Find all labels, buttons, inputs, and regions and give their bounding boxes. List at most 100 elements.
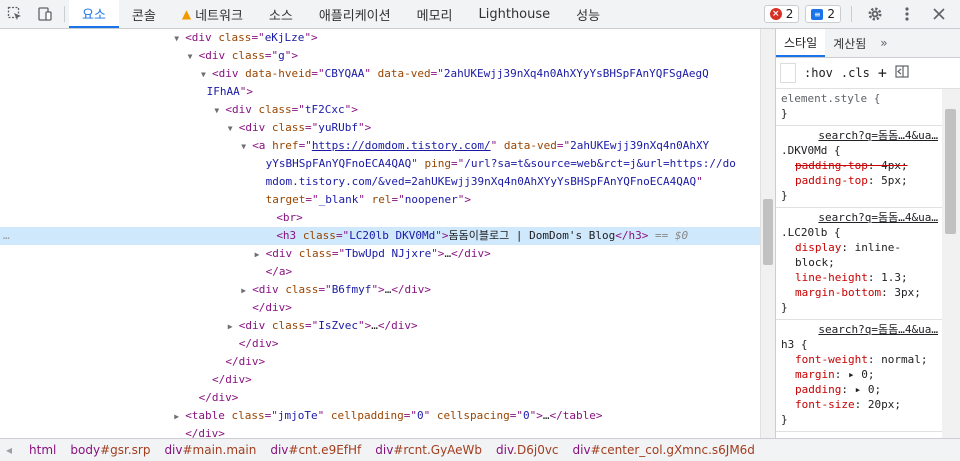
css-property[interactable]: display: inline-block;	[781, 240, 938, 270]
toggle-sidebar-icon[interactable]	[895, 65, 909, 81]
breadcrumb-item[interactable]: body#gsr.srp	[63, 443, 157, 457]
collapse-triangle-icon[interactable]: ▼	[214, 102, 225, 120]
collapse-triangle-icon[interactable]: ▼	[201, 66, 212, 84]
rule-source-link[interactable]: search?q=돔돔…4&ua…	[781, 322, 938, 337]
add-rule-icon[interactable]: +	[878, 64, 887, 82]
dom-node-line[interactable]: </div>	[0, 335, 760, 353]
more-tabs-icon[interactable]: »	[874, 29, 893, 57]
scrollbar-thumb[interactable]	[945, 109, 956, 234]
css-property[interactable]: padding: ▸ 0;	[781, 382, 938, 397]
dom-token-tag: "	[317, 409, 331, 422]
hov-button[interactable]: :hov	[804, 66, 833, 80]
rule-source-link[interactable]: search?q=돔돔…4&ua…	[781, 128, 938, 143]
dom-token-tag: ">	[284, 49, 298, 62]
breadcrumb-item[interactable]: div#cnt.e9EfHf	[263, 443, 368, 457]
css-property[interactable]: font-size: 20px;	[781, 397, 938, 412]
expand-triangle-icon[interactable]: ▶	[228, 318, 239, 336]
tab-application[interactable]: 애플리케이션	[306, 0, 404, 28]
styles-scrollbar[interactable]	[942, 89, 960, 438]
settings-gear-icon[interactable]	[862, 6, 888, 22]
dom-token-tag: ">	[239, 85, 253, 98]
collapse-triangle-icon[interactable]: ▼	[241, 138, 252, 156]
property-name: font-weight	[795, 353, 868, 366]
breadcrumb-item[interactable]: div.D6j0vc	[489, 443, 565, 457]
dom-node-line[interactable]: </div>	[0, 425, 760, 438]
dom-tree-panel[interactable]: ▼ <div class="eKjLze"> ▼ <div class="g"> ▼ <d…	[0, 29, 760, 438]
rule-source-link[interactable]: search?q=돔돔…4&ua…	[781, 210, 938, 225]
tab-sources[interactable]: 소스	[256, 0, 306, 28]
device-toolbar-icon[interactable]	[30, 0, 60, 28]
dom-node-line[interactable]: ▼ <div class="tF2Cxc">	[0, 101, 760, 119]
collapse-triangle-icon[interactable]: ▼	[188, 48, 199, 66]
message-count-badge[interactable]: ≡ 2	[805, 5, 841, 23]
dom-node-line[interactable]: ▶ <div class="TbwUpd NJjxre">…</div>	[0, 245, 760, 263]
breadcrumb-scroll-left-icon[interactable]: ◂	[0, 443, 22, 457]
dom-token-txt: …	[371, 319, 378, 332]
close-icon[interactable]	[926, 8, 952, 20]
inspect-element-icon[interactable]	[0, 0, 30, 28]
css-property[interactable]: margin: ▸ 0;	[781, 367, 938, 382]
dom-node-line[interactable]: ▼ <div class="g">	[0, 47, 760, 65]
css-property[interactable]: line-height: 1.3;	[781, 270, 938, 285]
dom-node-line[interactable]: IFhAA">	[0, 83, 760, 101]
dom-token-link[interactable]: https://domdom.tistory.com/	[312, 139, 491, 152]
css-rule[interactable]: search?q=돔돔…4&ua… .DKV0Md {padding-top: 4…	[776, 126, 942, 208]
dom-token-tag: <div	[198, 49, 232, 62]
css-property[interactable]: font-weight: normal;	[781, 352, 938, 367]
dom-node-line[interactable]: ▶ <div class="IsZvec">…</div>	[0, 317, 760, 335]
dom-node-line[interactable]: ▼ <a href="https://domdom.tistory.com/" d…	[0, 137, 760, 155]
css-rule[interactable]: search?q=돔돔…4&ua… h3 {font-weight: normal…	[776, 320, 942, 432]
collapse-triangle-icon[interactable]: ▼	[174, 30, 185, 48]
scrollbar-thumb[interactable]	[763, 199, 773, 265]
dom-node-line[interactable]: ▶ <table class="jmjoTe" cellpadding="0" c…	[0, 407, 760, 425]
property-colon: :	[854, 398, 868, 411]
css-rule[interactable]: search?q=돔돔…4&ua… .LC20lb {display: inlin…	[776, 208, 942, 320]
expand-triangle-icon[interactable]: ▶	[241, 282, 252, 300]
breadcrumb-item[interactable]: div#main.main	[157, 443, 263, 457]
dom-token-tag: <div	[265, 247, 299, 260]
filter-input[interactable]	[780, 63, 796, 83]
dom-node-line[interactable]: yYsBHSpFAnYQFnoECA4QAQ" ping="/url?sa=t&…	[0, 155, 760, 173]
css-property[interactable]: padding-top: 4px;	[781, 158, 938, 173]
element-style-rule[interactable]: element.style { }	[776, 89, 942, 126]
node-actions-ellipsis[interactable]: …	[3, 227, 10, 245]
breadcrumb-item[interactable]: html	[22, 443, 63, 457]
dom-node-line[interactable]: </a>	[0, 263, 760, 281]
breadcrumb-item[interactable]: div#rcnt.GyAeWb	[368, 443, 489, 457]
dom-node-line[interactable]: </div>	[0, 353, 760, 371]
dom-tree-scrollbar[interactable]	[760, 29, 775, 438]
tab-computed[interactable]: 계산됨	[825, 29, 874, 57]
dom-node-line[interactable]: ▼ <div class="eKjLze">	[0, 29, 760, 47]
tab-console[interactable]: 콘솔	[119, 0, 169, 28]
tab-styles[interactable]: 스타일	[776, 29, 826, 57]
tab-performance[interactable]: 성능	[563, 0, 613, 28]
tab-elements[interactable]: 요소	[69, 0, 119, 28]
dom-node-line[interactable]: </div>	[0, 299, 760, 317]
dom-node-line[interactable]: </div>	[0, 371, 760, 389]
rule-selector[interactable]: h3 {	[781, 337, 938, 352]
dom-node-line[interactable]: mdom.tistory.com/&ved=2ahUKEwjj39nXq4n0A…	[0, 173, 760, 191]
dom-node-line[interactable]: … <h3 class="LC20lb DKV0Md">돔돔이블로그 | DomD…	[0, 227, 760, 245]
more-options-icon[interactable]	[894, 6, 920, 22]
dom-node-line[interactable]: target="_blank" rel="noopener">	[0, 191, 760, 209]
tab-network[interactable]: ▲ 네트워크	[169, 0, 256, 28]
dom-node-line[interactable]: </div>	[0, 389, 760, 407]
rule-selector[interactable]: .DKV0Md {	[781, 143, 938, 158]
error-count-badge[interactable]: × 2	[763, 5, 800, 23]
cls-button[interactable]: .cls	[841, 66, 870, 80]
property-colon: :	[834, 368, 848, 381]
rule-selector[interactable]: .LC20lb {	[781, 225, 938, 240]
css-property[interactable]: margin-bottom: 3px;	[781, 285, 938, 300]
dom-node-line[interactable]: ▶ <div class="B6fmyf">…</div>	[0, 281, 760, 299]
dom-node-line[interactable]: ▼ <div data-hveid="CBYQAA" data-ved="2ahU…	[0, 65, 760, 83]
breadcrumb-item[interactable]: div#center_col.gXmnc.s6JM6d	[566, 443, 762, 457]
tab-memory[interactable]: 메모리	[404, 0, 466, 28]
css-property[interactable]: padding-top: 5px;	[781, 173, 938, 188]
dom-token-av: yuRUbf	[318, 121, 359, 134]
expand-triangle-icon[interactable]: ▶	[174, 408, 185, 426]
dom-node-line[interactable]: <br>	[0, 209, 760, 227]
expand-triangle-icon[interactable]: ▶	[255, 246, 266, 264]
collapse-triangle-icon[interactable]: ▼	[228, 120, 239, 138]
tab-lighthouse[interactable]: Lighthouse	[466, 0, 564, 28]
dom-node-line[interactable]: ▼ <div class="yuRUbf">	[0, 119, 760, 137]
